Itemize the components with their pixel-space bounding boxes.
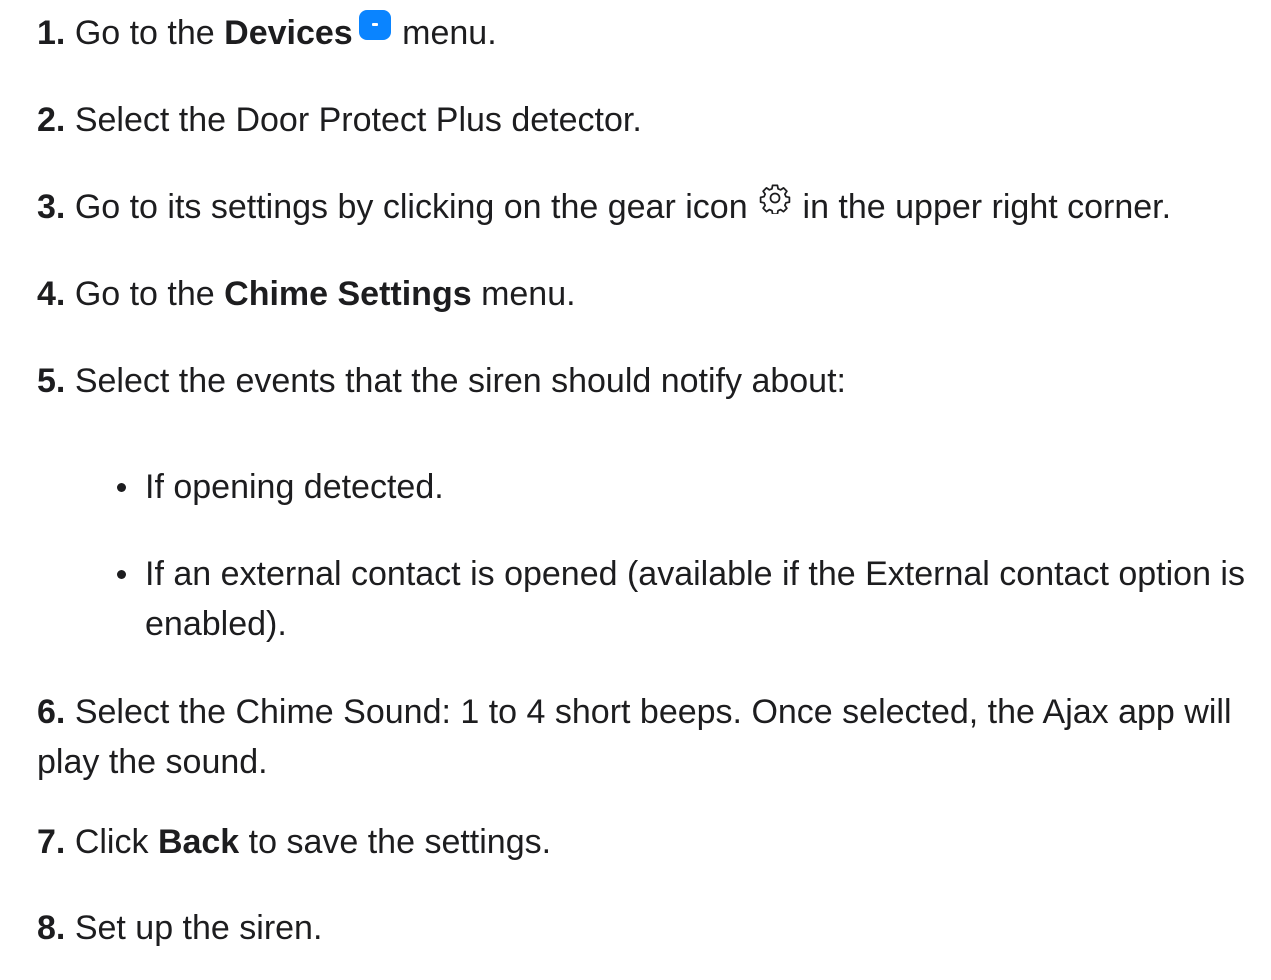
step-text: Select the Chime Sound: 1 to 4 short bee… (37, 693, 1232, 781)
step-number: 3. (37, 188, 66, 226)
step-number: 6. (37, 693, 66, 731)
event-list: If an external contact is opened (availa… (117, 549, 1267, 649)
step-text: menu. (481, 275, 576, 313)
step-number: 8. (37, 909, 66, 947)
step-text: in the upper right corner. (802, 188, 1172, 226)
step-6: 6. Select the Chime Sound: 1 to 4 short … (37, 687, 1262, 787)
step-4: 4. Go to the Chime Settings menu. (37, 269, 576, 319)
step-text: menu. (402, 14, 497, 52)
step-text: Click (74, 823, 149, 861)
step-5: 5. Select the events that the siren shou… (37, 356, 846, 406)
step-1: 1. Go to the Devices menu. (37, 8, 497, 58)
step-number: 2. (37, 101, 66, 139)
step-text: Select the events that the siren should … (74, 362, 846, 400)
list-item-text: If opening detected. (145, 468, 444, 506)
step-number: 5. (37, 362, 66, 400)
devices-label: Devices (224, 14, 353, 52)
step-2: 2. Select the Door Protect Plus detector… (37, 95, 642, 145)
bullet-icon (117, 570, 126, 579)
step-text: to save the settings. (248, 823, 552, 861)
step-text: Go to its settings by clicking on the ge… (74, 188, 748, 226)
step-3: 3. Go to its settings by clicking on the… (37, 182, 1171, 232)
back-label: Back (157, 823, 240, 861)
step-text: Go to the (74, 275, 215, 313)
step-number: 4. (37, 275, 66, 313)
step-text: Set up the siren. (74, 909, 323, 947)
step-text: Go to the (74, 14, 215, 52)
list-item: If opening detected. (117, 462, 1267, 512)
step-8: 8. Set up the siren. (37, 903, 322, 953)
devices-icon (358, 10, 391, 40)
list-item: If an external contact is opened (availa… (117, 549, 1267, 649)
bullet-icon (117, 483, 126, 492)
step-7: 7. Click Back to save the settings. (37, 817, 551, 867)
step-text: Select the Door Protect Plus detector. (74, 101, 642, 139)
event-list: If opening detected. (117, 462, 1267, 512)
step-number: 7. (37, 823, 66, 861)
gear-icon (759, 184, 791, 214)
list-item-text: If an external contact is opened (availa… (145, 555, 1245, 643)
chime-settings-label: Chime Settings (224, 275, 472, 313)
step-number: 1. (37, 14, 66, 52)
